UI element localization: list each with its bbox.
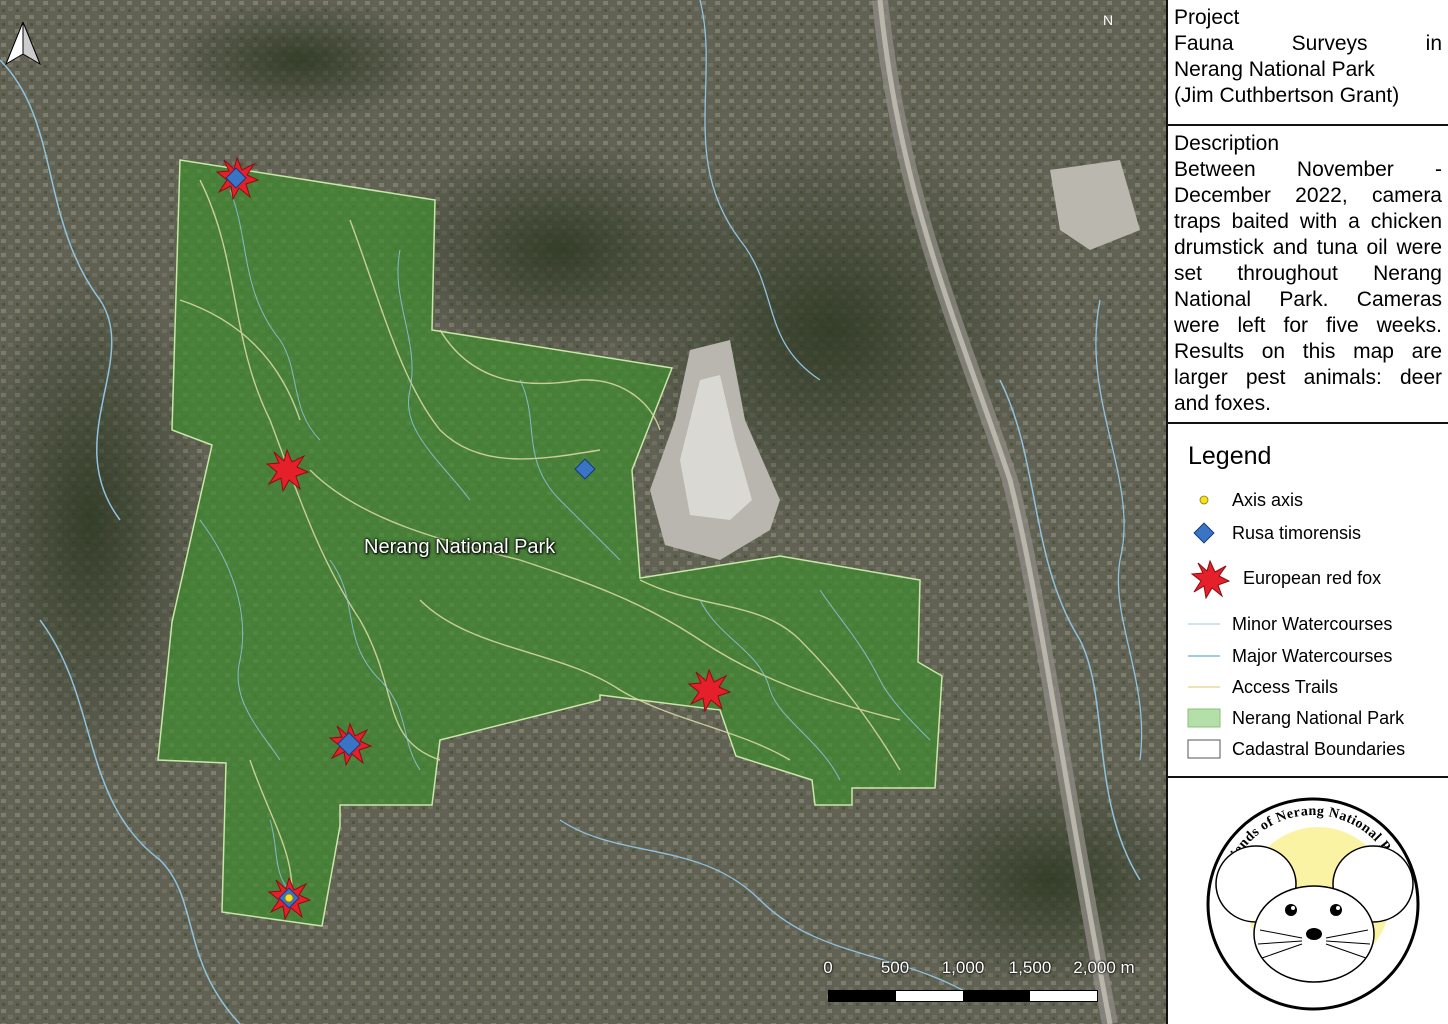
project-line: Fauna Surveys in [1174, 32, 1442, 55]
thin-blue-line-icon [1188, 623, 1220, 625]
legend-title: Legend [1188, 442, 1272, 470]
scale-tick-label: 1,500 [1008, 958, 1052, 977]
project-heading: Project [1174, 6, 1240, 29]
scale-tick-label: 0 [823, 958, 833, 977]
legend-label: Minor Watercourses [1232, 614, 1393, 634]
legend-item-rusa-timorensis: Rusa timorensis [1168, 520, 1448, 546]
legend-item-european-red-fox: European red fox [1168, 559, 1448, 599]
legend-item-minor-watercourses: Minor Watercourses [1168, 611, 1448, 637]
legend-label: Axis axis [1232, 490, 1304, 510]
legend-item-nerang-national-park: Nerang National Park [1168, 705, 1448, 731]
legend-box: Legend Axis axis Rusa timorensis Europea… [1168, 424, 1448, 778]
legend-item-axis-axis: Axis axis [1168, 487, 1448, 513]
legend-item-cadastral-boundaries: Cadastral Boundaries [1168, 736, 1448, 762]
legend-item-major-watercourses: Major Watercourses [1168, 643, 1448, 669]
description-box: Description Between November - December … [1168, 126, 1448, 424]
project-box: Project Fauna Surveys in Nerang National… [1168, 0, 1448, 126]
legend-label: Rusa timorensis [1232, 523, 1362, 543]
outline-box-icon [1187, 739, 1221, 759]
red-star-icon [1190, 559, 1231, 599]
mouse-logo-icon: Friends of Nerang National Park [1206, 797, 1420, 1011]
project-line: Nerang National Park [1174, 58, 1375, 81]
yellow-dot-icon [1199, 495, 1209, 505]
map-info-panel: Project Fauna Surveys in Nerang National… [1166, 0, 1448, 1024]
scale-tick-label: 2,000 m [1073, 958, 1135, 977]
legend-item-access-trails: Access Trails [1168, 674, 1448, 700]
scale-tick-label: 500 [880, 958, 910, 977]
legend-label: Nerang National Park [1232, 708, 1405, 728]
description-text: Between November - December 2022, camera… [1174, 158, 1442, 415]
satellite-basemap [0, 0, 1166, 1024]
scale-bar [828, 990, 1098, 1002]
legend-label: Access Trails [1232, 677, 1339, 697]
yellow-line-icon [1188, 686, 1220, 688]
map-view[interactable]: Nerang National Park N 0 500 1,000 1,500… [0, 0, 1166, 1024]
project-line: (Jim Cuthbertson Grant) [1174, 84, 1400, 107]
blue-diamond-icon [1193, 522, 1215, 544]
green-fill-icon [1187, 708, 1221, 728]
north-arrow-icon [4, 21, 42, 66]
blue-line-icon [1188, 655, 1220, 657]
legend-label: Major Watercourses [1232, 646, 1393, 666]
legend-label: European red fox [1243, 568, 1382, 588]
legend-label: Cadastral Boundaries [1232, 739, 1406, 759]
description-heading: Description [1174, 132, 1280, 155]
north-label: N [1103, 12, 1114, 28]
scale-tick-label: 1,000 [941, 958, 985, 977]
park-name-label: Nerang National Park [364, 536, 556, 558]
